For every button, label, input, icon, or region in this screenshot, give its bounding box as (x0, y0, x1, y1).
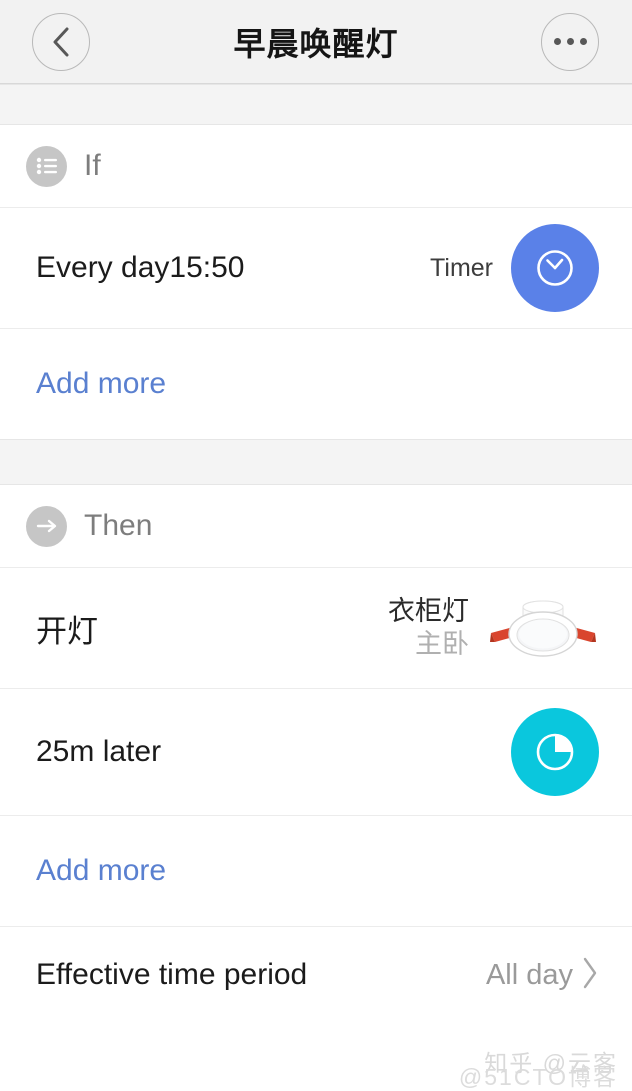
action-row-delay[interactable]: 25m later (0, 689, 632, 816)
action-right: 衣柜灯 主卧 (388, 589, 599, 667)
watermark: 知乎 @云客 @51CTO博客 (459, 1051, 618, 1089)
watermark-line-2: @51CTO博客 (458, 1063, 618, 1090)
add-more-action-button[interactable]: Add more (0, 816, 632, 926)
device-name: 衣柜灯 (388, 596, 469, 627)
condition-right: Timer (430, 224, 599, 312)
downlight-icon (487, 589, 599, 667)
arrow-right-icon (26, 505, 67, 547)
chevron-right-icon (581, 956, 599, 995)
app-header: 早晨唤醒灯 (0, 0, 632, 84)
list-icon (26, 145, 67, 187)
screen-root: 早晨唤醒灯 If Every day15:50 Timer Add more T… (0, 0, 632, 1091)
back-button[interactable] (32, 12, 90, 71)
effective-time-right: All day (486, 956, 599, 995)
action-row-device[interactable]: 开灯 衣柜灯 主卧 (0, 568, 632, 689)
section-label-then: Then (84, 509, 153, 542)
condition-row-timer[interactable]: Every day15:50 Timer (0, 208, 632, 329)
more-options-button[interactable] (541, 12, 599, 71)
effective-time-value: All day (485, 958, 573, 991)
delay-badge (511, 708, 599, 796)
chevron-left-icon (53, 27, 69, 56)
section-header-if: If (0, 125, 632, 208)
device-meta: 衣柜灯 主卧 (388, 595, 469, 661)
watermark-line-1: 知乎 @云客 (484, 1049, 618, 1076)
condition-type-label: Timer (430, 253, 493, 282)
add-more-condition-button[interactable]: Add more (0, 329, 632, 439)
effective-time-row[interactable]: Effective time period All day (0, 926, 632, 1023)
condition-title: Every day15:50 (36, 251, 245, 284)
section-label-if: If (84, 149, 101, 182)
timer-badge (511, 224, 599, 312)
effective-time-label: Effective time period (36, 958, 308, 991)
action-title: 开灯 (36, 613, 98, 649)
delay-title: 25m later (36, 735, 162, 768)
clock-icon (537, 250, 573, 286)
device-room: 主卧 (415, 629, 469, 659)
section-spacer-middle (0, 439, 632, 485)
section-spacer-top (0, 84, 632, 125)
delay-timer-icon (536, 733, 574, 771)
page-title: 早晨唤醒灯 (233, 25, 399, 62)
ellipsis-icon (553, 38, 587, 45)
section-header-then: Then (0, 485, 632, 568)
